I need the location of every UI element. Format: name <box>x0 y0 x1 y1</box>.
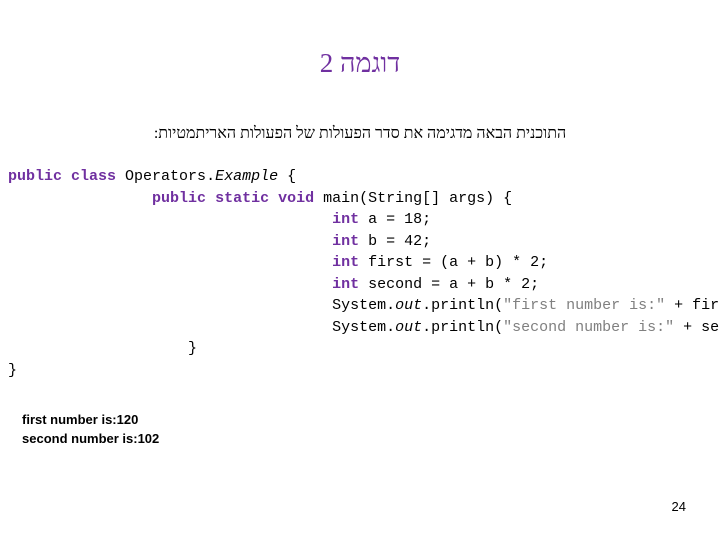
code-token: . <box>206 168 216 185</box>
code-token: first = (a + b) * 2; <box>359 254 549 271</box>
code-line: } <box>8 360 714 382</box>
page-number: 24 <box>671 499 686 514</box>
code-token: { <box>278 168 297 185</box>
output-line: first number is:120 <box>22 412 139 427</box>
code-token: a = 18; <box>359 211 432 228</box>
code-line: } <box>8 338 714 360</box>
code-line: int first = (a + b) * 2; <box>8 252 714 274</box>
code-token: out <box>395 297 423 314</box>
code-token: Example <box>215 168 279 185</box>
code-line: public static void main(String[] args) { <box>8 188 714 210</box>
code-token: "first number is:" <box>503 297 666 314</box>
code-token: public <box>8 168 63 185</box>
code-line: System.out.println("first number is:" + … <box>8 295 720 317</box>
code-token: int <box>332 275 360 293</box>
code-token: static <box>215 189 270 207</box>
code-line: public class Operators.Example { <box>8 166 714 188</box>
code-token: "second number is:" <box>503 318 675 336</box>
code-token: main(String[] args) { <box>314 189 513 207</box>
code-token: second = a + b * 2; <box>359 275 540 293</box>
code-token: Operators <box>116 168 207 185</box>
code-token: .println( <box>422 297 504 314</box>
code-token: public <box>152 189 207 207</box>
code-token: System. <box>332 297 396 314</box>
code-token: } <box>8 361 18 379</box>
code-block: public class Operators.Example { public … <box>8 166 720 382</box>
code-token: void <box>278 189 315 207</box>
code-token: out <box>395 318 423 336</box>
code-token: System. <box>332 318 396 336</box>
code-token: int <box>332 254 360 271</box>
code-token: class <box>71 168 117 185</box>
slide: דוגמה 2 התוכנית הבאה מדגימה את סדר הפעול… <box>0 0 720 540</box>
code-token: + second); <box>683 318 720 336</box>
code-token: int <box>332 211 360 228</box>
page-title: דוגמה 2 <box>319 48 401 78</box>
code-line: int second = a + b * 2; <box>8 274 714 296</box>
code-token: } <box>188 340 198 357</box>
subtitle-text: התוכנית הבאה מדגימה את סדר הפעולות של הפ… <box>153 125 567 142</box>
code-line: int a = 18; <box>8 209 714 231</box>
code-token: b = 42; <box>359 232 432 250</box>
code-token: + first); <box>674 297 720 314</box>
code-line: System.out.println("second number is:" +… <box>8 317 720 339</box>
code-token: int <box>332 232 360 250</box>
output-line: second number is:102 <box>22 431 160 446</box>
program-output: first number is:120 second number is:102 <box>22 410 159 448</box>
code-line: int b = 42; <box>8 231 714 253</box>
code-token: .println( <box>422 318 504 336</box>
